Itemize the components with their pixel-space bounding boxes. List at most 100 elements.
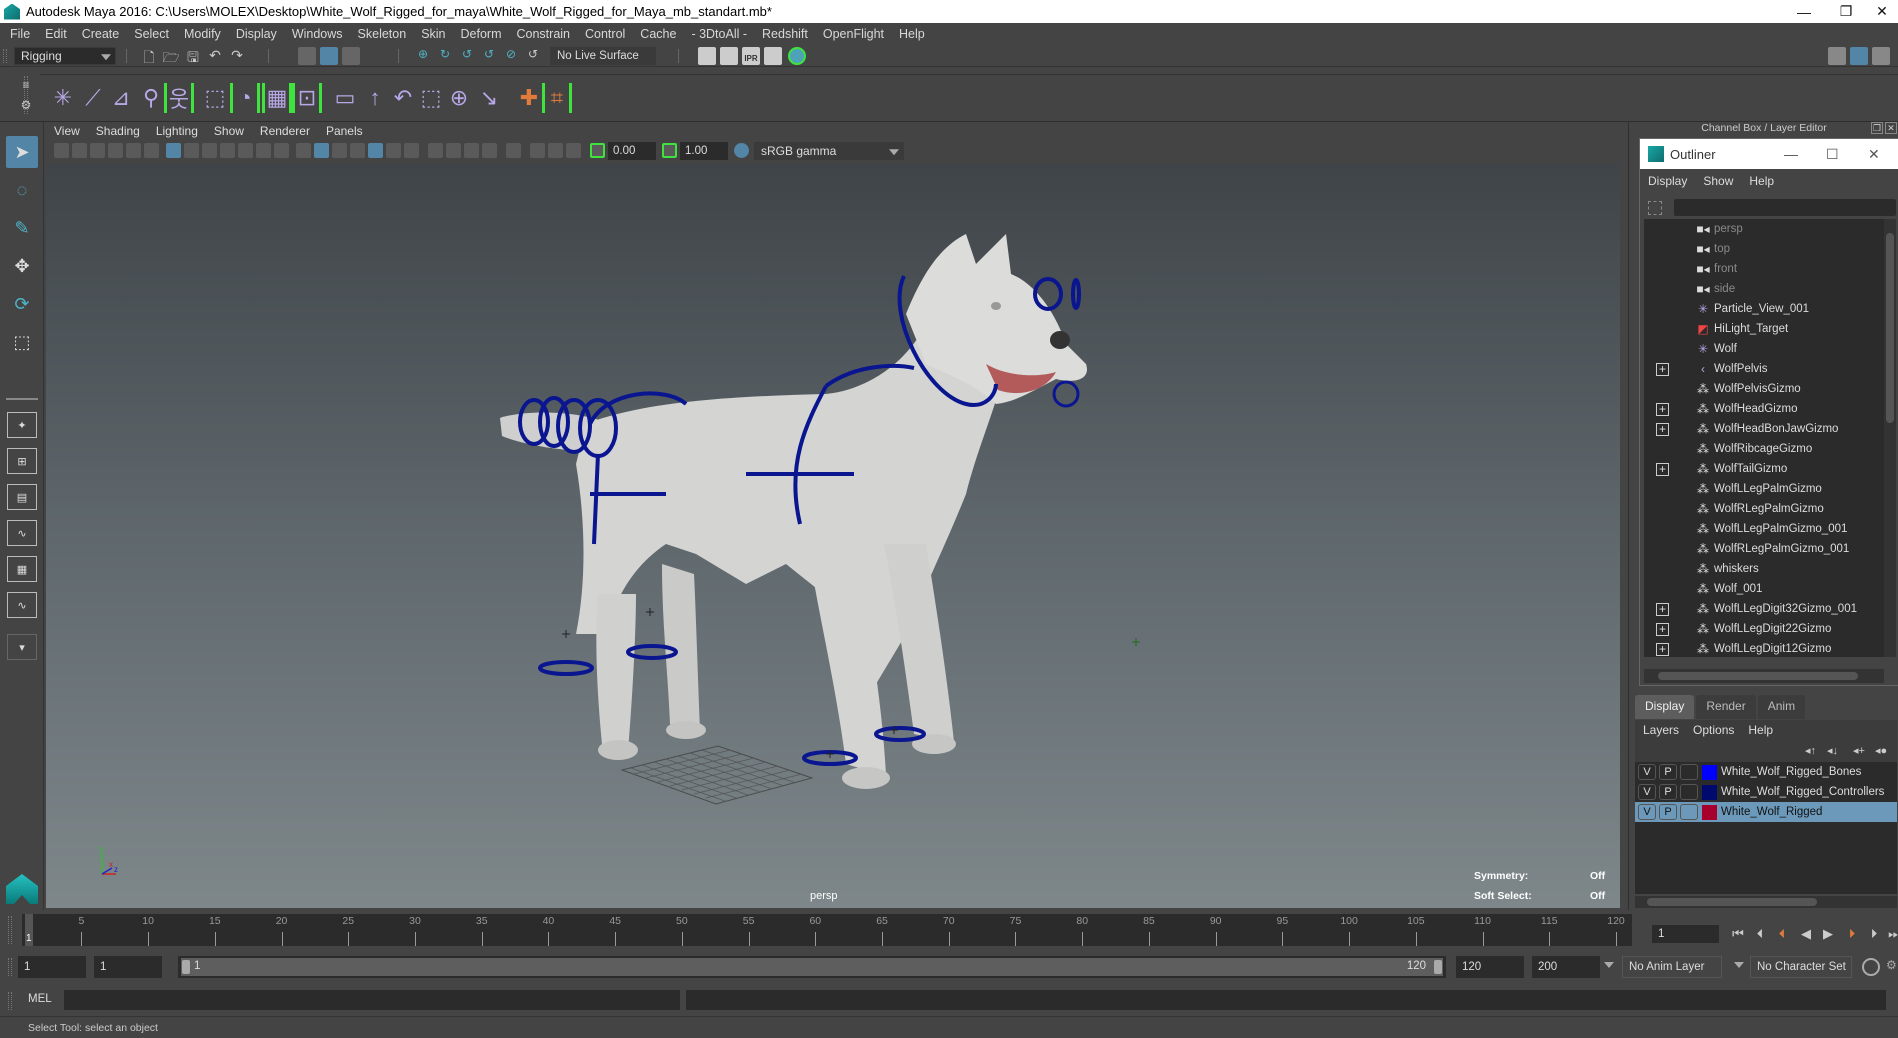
paint-weights-icon[interactable]: ⬚ (200, 83, 230, 113)
move-layer-up-icon[interactable]: ◂↑ (1805, 744, 1821, 758)
hypershade-icon[interactable] (788, 47, 806, 65)
undo-icon[interactable]: ↶ (206, 47, 224, 65)
step-forward-key-icon[interactable]: ⏵ (1842, 924, 1862, 944)
resolution-gate-icon[interactable] (202, 143, 217, 158)
visibility-toggle[interactable]: V (1638, 804, 1656, 820)
menu-display[interactable]: Display (236, 27, 277, 41)
range-start-handle[interactable] (182, 960, 190, 974)
visibility-toggle[interactable]: V (1638, 764, 1656, 780)
layer-menu-layers[interactable]: Layers (1643, 723, 1679, 737)
outliner-search-input[interactable] (1674, 199, 1896, 216)
open-scene-icon[interactable]: 🗁 (162, 47, 180, 65)
outliner-item[interactable]: ✳ Particle_View_001 (1644, 299, 1884, 319)
wrap-icon[interactable]: ⊡ (292, 83, 322, 113)
menu-edit[interactable]: Edit (45, 27, 67, 41)
gamma-icon[interactable] (662, 143, 677, 158)
wireframe-on-shaded-icon[interactable] (332, 143, 347, 158)
outliner-menu-show[interactable]: Show (1703, 174, 1733, 188)
outliner-item[interactable]: ⁂ Wolf_001 (1644, 579, 1884, 599)
2d-pan-zoom-icon[interactable] (126, 143, 141, 158)
range-end-handle[interactable] (1434, 960, 1442, 974)
outliner-item[interactable]: + ⁂ WolfLLegDigit12Gizmo (1644, 639, 1884, 657)
preferences-icon[interactable]: ⚙ (1886, 958, 1898, 976)
go-to-end-icon[interactable]: ⏭ (1884, 924, 1898, 944)
grip-handle[interactable] (8, 992, 12, 1010)
command-language-toggle[interactable]: MEL (28, 993, 52, 1005)
expand-icon[interactable]: + (1656, 422, 1669, 436)
menu-help[interactable]: Help (899, 27, 925, 41)
grease-pencil-icon[interactable] (144, 143, 159, 158)
snap-surface-icon[interactable]: ⊘ (502, 47, 520, 65)
exposure-field[interactable]: 0.00 (608, 142, 656, 160)
live-surface-field[interactable]: No Live Surface (550, 47, 656, 65)
play-backwards-icon[interactable]: ◀ (1796, 924, 1816, 944)
outliner-item[interactable]: + ⁂ WolfLLegDigit32Gizmo_001 (1644, 599, 1884, 619)
menu-windows[interactable]: Windows (292, 27, 343, 41)
tab-render[interactable]: Render (1696, 695, 1756, 719)
layer-color-swatch[interactable] (1702, 804, 1717, 820)
outliner-vertical-scrollbar[interactable] (1884, 219, 1896, 657)
current-frame-field[interactable]: 1 (1652, 925, 1719, 943)
menu-redshift[interactable]: Redshift (762, 27, 808, 41)
layer-color-swatch[interactable] (1702, 764, 1717, 780)
move-layer-down-icon[interactable]: ◂↓ (1827, 744, 1843, 758)
more-layouts-icon[interactable]: ▾ (7, 634, 37, 660)
bind-skin-icon[interactable]: ⚲ (136, 83, 166, 113)
outliner-item[interactable]: ⁂ WolfRLegPalmGizmo (1644, 499, 1884, 519)
outliner-menu-help[interactable]: Help (1749, 174, 1774, 188)
layer-horizontal-scrollbar[interactable] (1635, 896, 1897, 908)
menu-create[interactable]: Create (82, 27, 120, 41)
gate-mask-icon[interactable] (220, 143, 235, 158)
camera-attributes-icon[interactable] (72, 143, 87, 158)
select-object-icon[interactable] (320, 47, 338, 65)
snap-curve-icon[interactable]: ↻ (436, 47, 454, 65)
outliner-item[interactable]: ■◂ front (1644, 259, 1884, 279)
3d-viewport[interactable]: y x z Symmetry: Off Soft Select: Off per… (46, 164, 1620, 908)
smooth-shade-icon[interactable] (314, 143, 329, 158)
step-back-frame-icon[interactable]: ⏴ (1750, 924, 1770, 944)
image-plane-icon[interactable] (108, 143, 123, 158)
close-button[interactable]: ✕ (1862, 0, 1898, 23)
range-bar[interactable]: 1 120 (178, 956, 1446, 978)
bookmark-icon[interactable] (90, 143, 105, 158)
grip-handle[interactable] (8, 916, 12, 944)
redo-icon[interactable]: ↷ (228, 47, 246, 65)
xray-icon[interactable] (350, 143, 365, 158)
snap-view-icon[interactable]: ↺ (480, 47, 498, 65)
persp-outliner-icon[interactable]: ▤ (7, 484, 37, 510)
layer-menu-help[interactable]: Help (1748, 723, 1773, 737)
ik-handle-icon[interactable]: ⊿ (106, 83, 136, 113)
outliner-item[interactable]: ⁂ whiskers (1644, 559, 1884, 579)
scrollbar-thumb[interactable] (1647, 898, 1817, 906)
menuset-dropdown[interactable]: Rigging (14, 47, 116, 65)
go-to-start-icon[interactable]: ⏮ (1728, 924, 1748, 944)
panel-menu-panels[interactable]: Panels (326, 124, 363, 138)
lasso-tool-icon[interactable]: ◌ (6, 174, 38, 206)
outliner-item[interactable]: ■◂ side (1644, 279, 1884, 299)
aim-constraint-icon[interactable]: ⊕ (444, 83, 474, 113)
safe-action-icon[interactable] (256, 143, 271, 158)
exposure-icon[interactable] (590, 143, 605, 158)
menu-constrain[interactable]: Constrain (517, 27, 571, 41)
playback-toggle[interactable]: P (1659, 804, 1677, 820)
chevron-down-icon[interactable] (1734, 962, 1744, 968)
outliner-item[interactable]: ⁂ WolfRibcageGizmo (1644, 439, 1884, 459)
color-space-dropdown[interactable]: sRGB gamma (754, 142, 904, 160)
hypershade-persp-icon[interactable]: ▦ (7, 556, 37, 582)
orient-constraint-icon[interactable]: ↶ (388, 83, 418, 113)
outliner-item[interactable]: ◩ HiLight_Target (1644, 319, 1884, 339)
outliner-item[interactable]: + ‹ WolfPelvis (1644, 359, 1884, 379)
menu-control[interactable]: Control (585, 27, 625, 41)
playback-start-field[interactable]: 1 (94, 956, 162, 978)
menu-skin[interactable]: Skin (421, 27, 445, 41)
layer-menu-options[interactable]: Options (1693, 723, 1734, 737)
safe-title-icon[interactable] (274, 143, 289, 158)
lattice-icon[interactable]: ▦ (262, 83, 292, 113)
wireframe-icon[interactable] (296, 143, 311, 158)
tab-display[interactable]: Display (1635, 695, 1695, 719)
scale-tool-icon[interactable]: ⬚ (6, 326, 38, 358)
grip-handle[interactable] (3, 49, 7, 63)
new-layer-icon[interactable]: ◂+ (1853, 744, 1869, 758)
modeling-toolkit-icon[interactable] (1828, 47, 1846, 65)
anim-layer-dropdown[interactable]: No Anim Layer (1622, 956, 1722, 978)
